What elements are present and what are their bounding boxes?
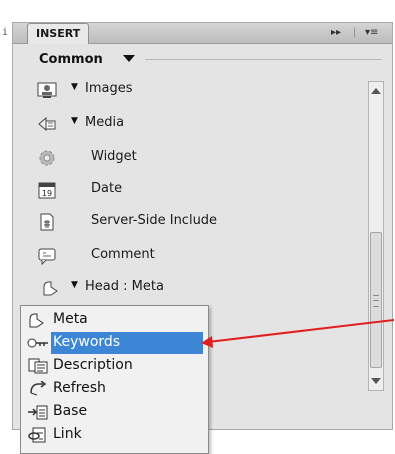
annotation-arrow (201, 319, 395, 348)
